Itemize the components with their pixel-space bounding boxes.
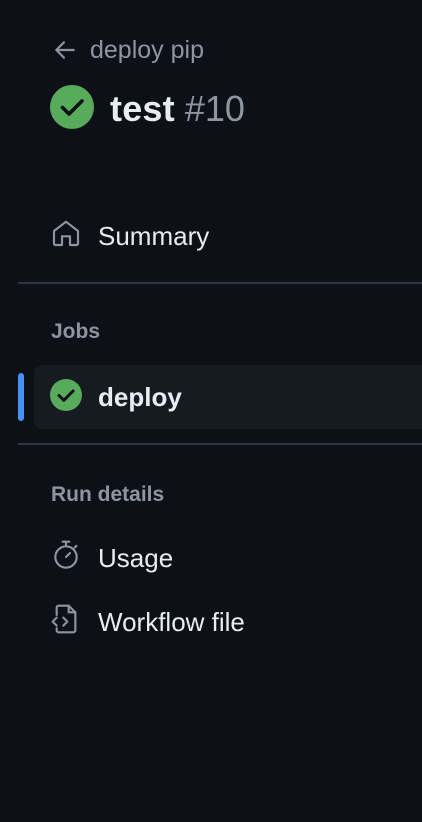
file-code-icon	[50, 603, 82, 642]
usage-link[interactable]: Usage	[50, 540, 173, 576]
run-details-heading: Run details	[51, 483, 165, 506]
section-divider	[18, 282, 422, 284]
workflow-file-link[interactable]: Workflow file	[50, 604, 245, 640]
summary-link[interactable]: Summary	[50, 218, 209, 254]
arrow-left-icon	[52, 37, 78, 63]
workflow-file-label: Workflow file	[98, 606, 245, 637]
check-circle-success-icon	[50, 84, 94, 134]
section-divider	[18, 443, 422, 445]
workflow-run-sidebar: deploy pip test #10 Summary Jobs deploy …	[0, 0, 422, 822]
run-number: #10	[184, 88, 245, 129]
selected-job-indicator	[18, 373, 24, 421]
home-icon	[50, 217, 82, 256]
job-label: deploy	[98, 381, 182, 412]
run-name: test	[110, 88, 175, 129]
check-circle-success-icon	[50, 378, 82, 416]
back-link-label: deploy pip	[90, 35, 204, 64]
jobs-heading: Jobs	[51, 320, 101, 343]
summary-label: Summary	[98, 220, 210, 251]
run-title: test #10	[50, 84, 245, 134]
usage-label: Usage	[98, 542, 174, 573]
back-to-workflow-link[interactable]: deploy pip	[52, 34, 204, 66]
job-item-deploy[interactable]: deploy	[34, 365, 422, 429]
stopwatch-icon	[50, 539, 82, 578]
